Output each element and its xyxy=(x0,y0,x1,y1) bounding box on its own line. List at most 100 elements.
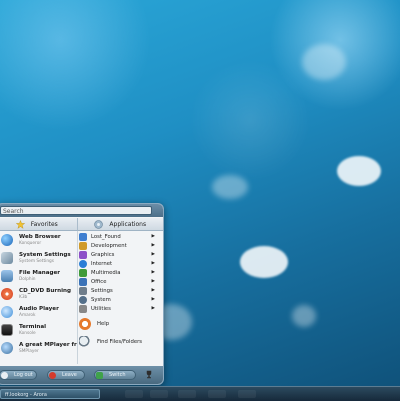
column-divider xyxy=(77,231,78,364)
applications-icon xyxy=(94,219,104,229)
development-icon xyxy=(79,242,87,250)
logout-icon xyxy=(1,371,8,379)
category-internet[interactable]: Internet ▶ xyxy=(79,260,155,269)
category-label: Development xyxy=(91,243,127,249)
leave-label: Leave xyxy=(62,372,77,378)
category-label: Lost_Found xyxy=(91,234,121,240)
logout-label: Log out xyxy=(14,372,33,378)
utilities-icon xyxy=(79,305,87,313)
category-settings[interactable]: Settings ▶ xyxy=(79,287,155,296)
tab-applications[interactable]: Applications xyxy=(76,218,163,231)
taskbar-slot xyxy=(178,390,196,398)
favorite-terminal[interactable]: Terminal Konsole xyxy=(0,322,77,340)
favorite-system-settings[interactable]: System Settings System Settings xyxy=(0,250,77,268)
leave-button[interactable]: Leave xyxy=(47,370,85,380)
audio-icon xyxy=(1,306,13,318)
favorite-subtitle: System Settings xyxy=(19,259,55,264)
taskbar-window-item[interactable]: ff.lookorg - Arora xyxy=(0,389,100,399)
menu-item-help[interactable]: Help xyxy=(79,317,163,333)
favorite-title: Web Browser xyxy=(19,234,61,240)
favorite-title: Audio Player xyxy=(19,306,59,312)
category-label: Graphics xyxy=(91,252,115,258)
multimedia-icon xyxy=(79,269,87,277)
taskbar-slot xyxy=(150,390,168,398)
category-lost-found[interactable]: Lost_Found ▶ xyxy=(79,233,155,242)
category-label: Utilities xyxy=(91,306,111,312)
menu-footer: Log out Leave Switch xyxy=(0,366,163,384)
favorite-audio-player[interactable]: Audio Player Amarok xyxy=(0,304,77,322)
settings-icon xyxy=(79,287,87,295)
help-label: Help xyxy=(97,321,110,327)
favorite-title: System Settings xyxy=(19,252,71,258)
favorite-web-browser[interactable]: Web Browser Konqueror xyxy=(0,232,77,250)
star-icon xyxy=(15,219,25,229)
favorite-title: A great MPlayer fr xyxy=(19,342,77,348)
menu-item-find-files[interactable]: Find Files/Folders xyxy=(79,335,163,351)
submenu-arrow-icon: ▶ xyxy=(151,234,155,239)
category-multimedia[interactable]: Multimedia ▶ xyxy=(79,269,155,278)
tools-icon xyxy=(1,252,13,264)
lost-found-icon xyxy=(79,233,87,241)
switch-label: Switch xyxy=(109,372,126,378)
office-icon xyxy=(79,278,87,286)
find-files-label: Find Files/Folders xyxy=(97,339,143,345)
favorite-file-manager[interactable]: File Manager Dolphin xyxy=(0,268,77,286)
submenu-arrow-icon: ▶ xyxy=(151,306,155,311)
bokeh-circle xyxy=(240,246,288,278)
favorite-subtitle: Konsole xyxy=(19,331,36,336)
submenu-arrow-icon: ▶ xyxy=(151,252,155,257)
submenu-arrow-icon: ▶ xyxy=(151,279,155,284)
taskbar-slot xyxy=(238,390,256,398)
submenu-arrow-icon: ▶ xyxy=(151,288,155,293)
category-utilities[interactable]: Utilities ▶ xyxy=(79,305,155,314)
bokeh-circle xyxy=(302,44,346,80)
bokeh-circle xyxy=(212,175,248,199)
power-icon xyxy=(49,371,56,379)
taskbar: ff.lookorg - Arora xyxy=(0,386,400,401)
category-label: System xyxy=(91,297,111,303)
favorites-label: Favorites xyxy=(30,220,58,228)
trophy-icon xyxy=(146,370,152,379)
bokeh-circle xyxy=(337,156,381,186)
mplayer-icon xyxy=(1,342,13,354)
applications-list: Lost_Found ▶ Development ▶ Graphics ▶ In… xyxy=(79,231,163,364)
favorite-subtitle: K3b xyxy=(19,295,28,300)
switch-user-button[interactable]: Switch xyxy=(94,370,136,380)
category-office[interactable]: Office ▶ xyxy=(79,278,155,287)
category-system[interactable]: System ▶ xyxy=(79,296,155,305)
globe-icon xyxy=(1,234,13,246)
graphics-icon xyxy=(79,251,87,259)
system-icon xyxy=(79,296,87,304)
category-label: Internet xyxy=(91,261,113,267)
category-label: Office xyxy=(91,279,107,285)
bokeh-circle xyxy=(292,305,316,327)
category-label: Settings xyxy=(91,288,113,294)
favorite-mplayer[interactable]: A great MPlayer fr SMPlayer xyxy=(0,340,77,358)
menu-header: Favorites Applications xyxy=(0,218,163,231)
start-menu: Search Favorites Applications Web Browse… xyxy=(0,203,164,385)
taskbar-slot xyxy=(125,390,143,398)
favorite-subtitle: Konqueror xyxy=(19,241,42,246)
switch-user-icon xyxy=(96,371,103,379)
category-development[interactable]: Development ▶ xyxy=(79,242,155,251)
search-input[interactable]: Search xyxy=(0,206,152,215)
help-icon xyxy=(79,318,91,330)
category-label: Multimedia xyxy=(91,270,121,276)
logout-button[interactable]: Log out xyxy=(0,370,37,380)
taskbar-slot xyxy=(208,390,226,398)
favorite-title: File Manager xyxy=(19,270,61,276)
internet-icon xyxy=(79,260,87,268)
favorite-cd-dvd-burning[interactable]: CD_DVD Burning K3b xyxy=(0,286,77,304)
favorite-title: CD_DVD Burning xyxy=(19,288,71,294)
submenu-arrow-icon: ▶ xyxy=(151,243,155,248)
submenu-arrow-icon: ▶ xyxy=(151,297,155,302)
search-bar: Search xyxy=(0,204,163,217)
tab-favorites[interactable]: Favorites xyxy=(0,218,77,231)
disc-icon xyxy=(1,288,13,300)
favorite-subtitle: SMPlayer xyxy=(19,349,39,354)
find-icon xyxy=(79,336,91,348)
submenu-arrow-icon: ▶ xyxy=(151,261,155,266)
applications-label: Applications xyxy=(109,220,147,228)
category-graphics[interactable]: Graphics ▶ xyxy=(79,251,155,260)
favorites-list: Web Browser Konqueror System Settings Sy… xyxy=(0,231,77,364)
